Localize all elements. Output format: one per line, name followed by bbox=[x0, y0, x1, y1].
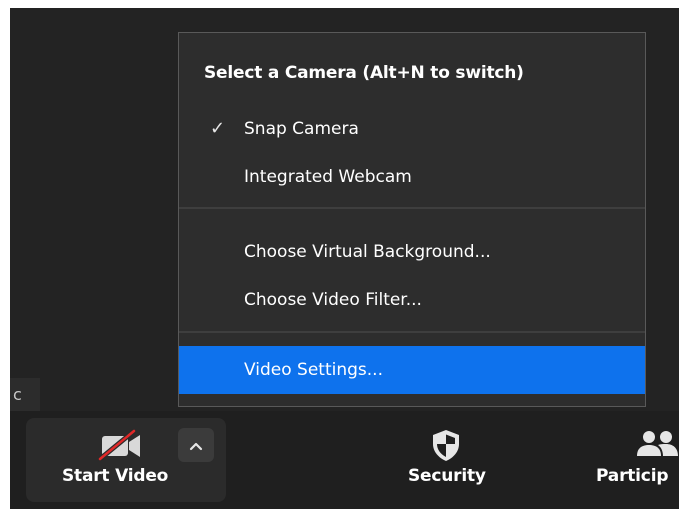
meeting-toolbar: Start Video Security Particip bbox=[10, 411, 679, 509]
chevron-up-icon bbox=[189, 436, 203, 455]
shield-icon bbox=[430, 428, 462, 466]
menu-item-label: Video Settings... bbox=[244, 360, 383, 380]
participants-icon bbox=[636, 430, 679, 464]
security-button[interactable]: Security bbox=[394, 411, 504, 509]
menu-divider bbox=[179, 331, 645, 333]
menu-item-label: Choose Virtual Background... bbox=[244, 242, 491, 262]
menu-item-label: Snap Camera bbox=[244, 119, 359, 139]
start-video-button[interactable]: Start Video bbox=[26, 418, 226, 502]
menu-item-label: Integrated Webcam bbox=[244, 167, 412, 187]
participants-label: Particip bbox=[596, 466, 669, 486]
video-options-caret[interactable] bbox=[178, 428, 214, 462]
video-off-icon bbox=[98, 428, 148, 466]
check-icon: ✓ bbox=[210, 118, 226, 139]
start-video-label: Start Video bbox=[62, 466, 169, 486]
meeting-window: c Select a Camera (Alt+N to switch) ✓ Sn… bbox=[10, 8, 679, 509]
menu-item-video-filter[interactable]: Choose Video Filter... bbox=[179, 276, 645, 324]
menu-item-virtual-background[interactable]: Choose Virtual Background... bbox=[179, 228, 645, 276]
menu-item-integrated-webcam[interactable]: Integrated Webcam bbox=[179, 153, 645, 201]
camera-menu: Select a Camera (Alt+N to switch) ✓ Snap… bbox=[178, 32, 646, 407]
screenshot-frame: c Select a Camera (Alt+N to switch) ✓ Sn… bbox=[0, 0, 679, 509]
security-label: Security bbox=[408, 466, 486, 486]
participants-button[interactable]: Particip bbox=[584, 411, 679, 509]
menu-item-snap-camera[interactable]: ✓ Snap Camera bbox=[179, 105, 645, 153]
menu-divider bbox=[179, 207, 645, 209]
camera-menu-heading: Select a Camera (Alt+N to switch) bbox=[204, 63, 524, 83]
menu-item-video-settings[interactable]: Video Settings... bbox=[179, 346, 645, 394]
menu-item-label: Choose Video Filter... bbox=[244, 290, 422, 310]
side-label: c bbox=[10, 378, 40, 412]
